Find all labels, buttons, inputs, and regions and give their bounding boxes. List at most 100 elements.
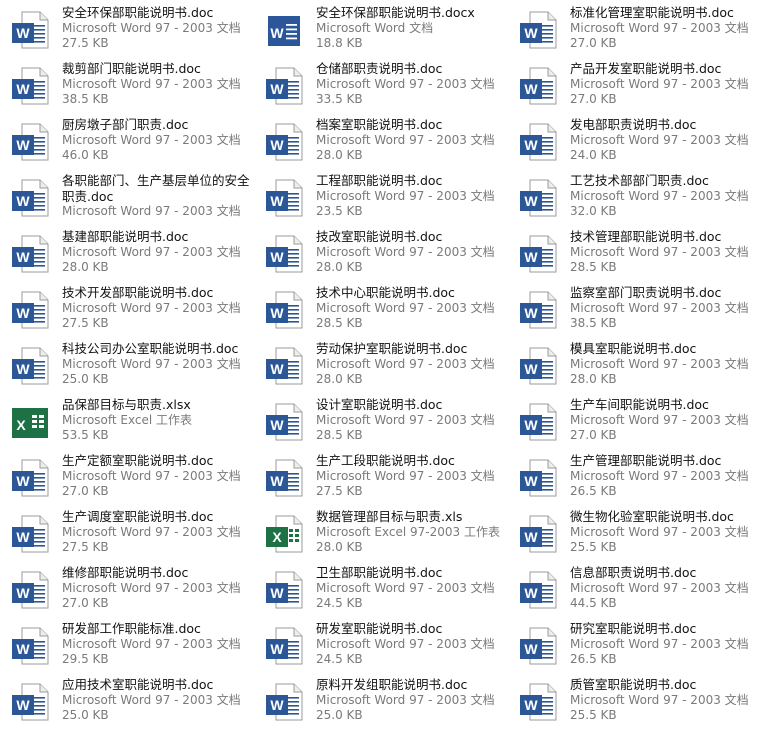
file-name: 技术中心职能说明书.doc [316,285,455,300]
file-item[interactable]: X 品保部目标与职责.xlsx Microsoft Excel 工作表 53.5 K… [0,394,254,450]
svg-text:W: W [16,697,30,713]
file-name: 质管室职能说明书.doc [570,677,697,692]
svg-text:W: W [524,417,538,433]
file-details: 生产调度室职能说明书.doc Microsoft Word 97 - 2003 文… [62,509,250,556]
file-item[interactable]: W 工程部职能说明书.doc Microsoft Word 97 - 2003 文… [254,170,508,226]
file-name: 厨房墩子部门职责.doc [62,117,189,132]
file-details: 安全环保部职能说明书.docx Microsoft Word 文档 18.8 KB [316,5,504,52]
file-item[interactable]: W 卫生部职能说明书.doc Microsoft Word 97 - 2003 文… [254,562,508,618]
file-details: 工艺技术部部门职责.doc Microsoft Word 97 - 2003 文档… [570,173,768,220]
svg-text:W: W [270,417,284,433]
file-name: 安全环保部职能说明书.doc [62,5,214,20]
file-size: 25.5 KB [570,540,617,554]
file-item[interactable]: W 发电部职责说明书.doc Microsoft Word 97 - 2003 文… [508,114,772,170]
file-item[interactable]: W 维修部职能说明书.doc Microsoft Word 97 - 2003 文… [0,562,254,618]
file-item[interactable]: W 档案室职能说明书.doc Microsoft Word 97 - 2003 文… [254,114,508,170]
word-doc-icon: W [10,290,50,330]
file-item[interactable]: W 技术管理部职能说明书.doc Microsoft Word 97 - 2003… [508,226,772,282]
file-item[interactable]: W 生产定额室职能说明书.doc Microsoft Word 97 - 2003… [0,450,254,506]
file-details: 裁剪部门职能说明书.doc Microsoft Word 97 - 2003 文档… [62,61,250,108]
svg-text:W: W [16,25,30,41]
file-item[interactable]: W 生产调度室职能说明书.doc Microsoft Word 97 - 2003… [0,506,254,562]
word-doc-icon: W [10,458,50,498]
file-item[interactable]: X 数据管理部目标与职责.xls Microsoft Excel 97-2003 … [254,506,508,562]
file-item[interactable]: W 基建部职能说明书.doc Microsoft Word 97 - 2003 文… [0,226,254,282]
file-name: 工艺技术部部门职责.doc [570,173,709,188]
file-size: 27.5 KB [62,540,109,554]
file-size: 27.0 KB [62,596,109,610]
file-type: Microsoft Word 97 - 2003 文档 [316,580,495,595]
file-item[interactable]: W 技术开发部职能说明书.doc Microsoft Word 97 - 2003… [0,282,254,338]
file-name: 维修部职能说明书.doc [62,565,189,580]
file-item[interactable]: W 产品开发室职能说明书.doc Microsoft Word 97 - 2003… [508,58,772,114]
file-details: 安全环保部职能说明书.doc Microsoft Word 97 - 2003 文… [62,5,250,52]
file-details: 研发室职能说明书.doc Microsoft Word 97 - 2003 文档 2… [316,621,504,668]
file-item[interactable]: W 安全环保部职能说明书.doc Microsoft Word 97 - 2003… [0,2,254,58]
file-item[interactable]: W 技改室职能说明书.doc Microsoft Word 97 - 2003 文… [254,226,508,282]
file-name: 标准化管理室职能说明书.doc [570,5,734,20]
file-item[interactable]: W 各职能部门、生产基层单位的安全职责.doc Microsoft Word 97… [0,170,254,226]
file-item[interactable]: W 研发部工作职能标准.doc Microsoft Word 97 - 2003 … [0,618,254,674]
file-item[interactable]: W 监察室部门职责说明书.doc Microsoft Word 97 - 2003… [508,282,772,338]
file-item[interactable]: W 信息部职责说明书.doc Microsoft Word 97 - 2003 文… [508,562,772,618]
file-name: 设计室职能说明书.doc [316,397,443,412]
svg-text:W: W [16,249,30,265]
svg-text:W: W [524,193,538,209]
file-item[interactable]: W 质管室职能说明书.doc Microsoft Word 97 - 2003 文… [508,674,772,730]
file-item[interactable]: W 应用技术室职能说明书.doc Microsoft Word 97 - 2003… [0,674,254,730]
svg-text:W: W [16,529,30,545]
file-name: 工程部职能说明书.doc [316,173,443,188]
svg-text:W: W [16,193,30,209]
file-item[interactable]: W 研发室职能说明书.doc Microsoft Word 97 - 2003 文… [254,618,508,674]
file-type: Microsoft Word 97 - 2003 文档 [570,468,749,483]
file-type: Microsoft Word 97 - 2003 文档 [62,76,241,91]
file-item[interactable]: W 劳动保护室职能说明书.doc Microsoft Word 97 - 2003… [254,338,508,394]
file-size: 44.5 KB [570,596,617,610]
file-type: Microsoft Word 97 - 2003 文档 [316,692,495,707]
file-item[interactable]: W 仓储部职责说明书.doc Microsoft Word 97 - 2003 文… [254,58,508,114]
file-name: 生产工段职能说明书.doc [316,453,455,468]
file-size: 28.0 KB [62,260,109,274]
file-item[interactable]: W 工艺技术部部门职责.doc Microsoft Word 97 - 2003 … [508,170,772,226]
file-details: 技术开发部职能说明书.doc Microsoft Word 97 - 2003 文… [62,285,250,332]
word-doc-icon: W [10,514,50,554]
file-item[interactable]: W 生产车间职能说明书.doc Microsoft Word 97 - 2003 … [508,394,772,450]
word-doc-icon: W [518,66,558,106]
file-item[interactable]: W 设计室职能说明书.doc Microsoft Word 97 - 2003 文… [254,394,508,450]
file-name: 科技公司办公室职能说明书.doc [62,341,239,356]
svg-text:W: W [524,529,538,545]
word-doc-icon: W [264,570,304,610]
file-item[interactable]: W 模具室职能说明书.doc Microsoft Word 97 - 2003 文… [508,338,772,394]
file-size: 26.5 KB [570,652,617,666]
file-item[interactable]: W 厨房墩子部门职责.doc Microsoft Word 97 - 2003 文… [0,114,254,170]
svg-text:W: W [16,137,30,153]
file-item[interactable]: W 科技公司办公室职能说明书.doc Microsoft Word 97 - 20… [0,338,254,394]
file-type: Microsoft Word 97 - 2003 文档 [570,580,749,595]
svg-text:W: W [524,361,538,377]
file-item[interactable]: W 微生物化验室职能说明书.doc Microsoft Word 97 - 200… [508,506,772,562]
file-name: 档案室职能说明书.doc [316,117,443,132]
file-size: 46.0 KB [62,148,109,162]
file-type: Microsoft Word 97 - 2003 文档 [316,244,495,259]
file-type: Microsoft Word 97 - 2003 文档 [570,524,749,539]
svg-text:W: W [270,81,284,97]
file-item[interactable]: W 裁剪部门职能说明书.doc Microsoft Word 97 - 2003 … [0,58,254,114]
file-type: Microsoft Word 97 - 2003 文档 [570,356,749,371]
file-item[interactable]: W 生产工段职能说明书.doc Microsoft Word 97 - 2003 … [254,450,508,506]
word-doc-icon: W [518,458,558,498]
file-name: 研发部工作职能标准.doc [62,621,201,636]
svg-text:W: W [524,697,538,713]
word-doc-icon: W [10,626,50,666]
file-size: 28.0 KB [316,260,363,274]
file-item[interactable]: W 研究室职能说明书.doc Microsoft Word 97 - 2003 文… [508,618,772,674]
file-type: Microsoft Word 97 - 2003 文档 [62,580,241,595]
file-item[interactable]: W 原料开发组职能说明书.doc Microsoft Word 97 - 2003… [254,674,508,730]
word-doc-icon: W [10,346,50,386]
file-item[interactable]: W 安全环保部职能说明书.docx Microsoft Word 文档 18.8 K… [254,2,508,58]
file-size: 27.5 KB [62,36,109,50]
file-name: 技术开发部职能说明书.doc [62,285,214,300]
file-item[interactable]: W 生产管理部职能说明书.doc Microsoft Word 97 - 2003… [508,450,772,506]
file-name: 裁剪部门职能说明书.doc [62,61,201,76]
file-item[interactable]: W 技术中心职能说明书.doc Microsoft Word 97 - 2003 … [254,282,508,338]
file-item[interactable]: W 标准化管理室职能说明书.doc Microsoft Word 97 - 200… [508,2,772,58]
